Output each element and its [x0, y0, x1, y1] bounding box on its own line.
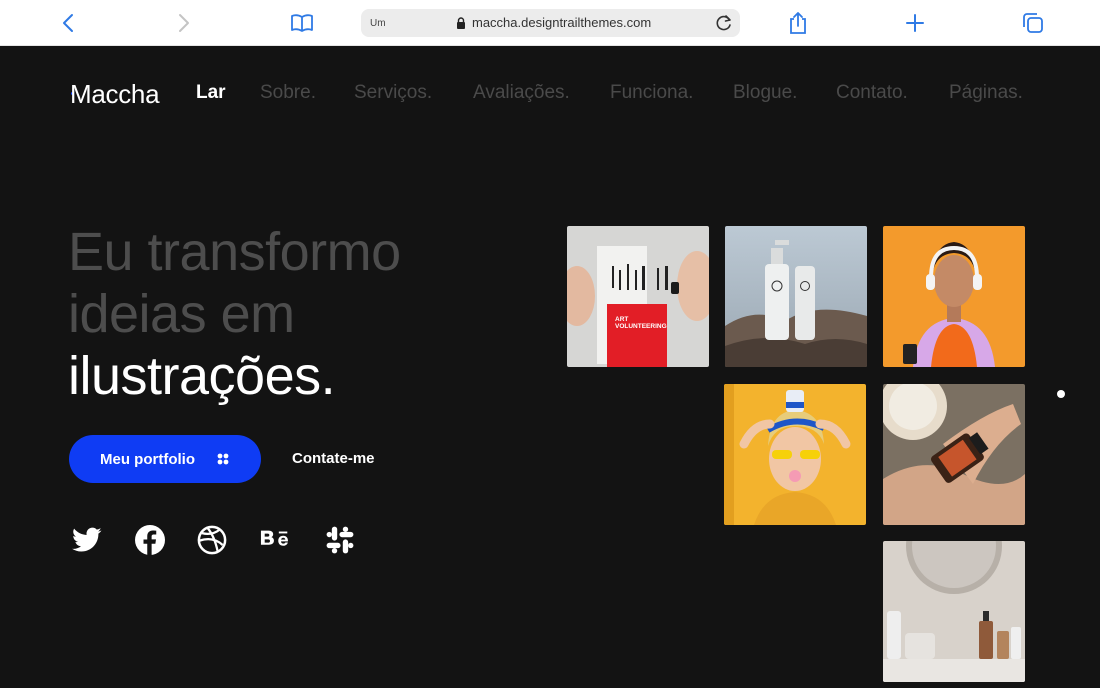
hero-title: Eu transformo ideias em ilustrações.: [68, 221, 401, 407]
browser-toolbar: Um maccha.designtrailthemes.com: [0, 0, 1100, 46]
twitter-icon[interactable]: [71, 524, 103, 556]
grid-icon: [217, 453, 229, 465]
facebook-icon[interactable]: [134, 524, 166, 556]
nav-item-lar[interactable]: Lar: [196, 82, 226, 104]
slide-indicator-dot[interactable]: [1057, 390, 1065, 398]
hero-line-2: ideias em: [68, 284, 295, 344]
gallery-image-cosmetics-bottles[interactable]: [725, 226, 867, 367]
tabs-icon[interactable]: [1020, 10, 1046, 36]
book-icon[interactable]: [289, 10, 315, 36]
hero-line-1: Eu transformo: [68, 222, 401, 282]
plus-icon[interactable]: [902, 10, 928, 36]
back-icon[interactable]: [55, 10, 81, 36]
gallery-image-woman-yellow[interactable]: [724, 384, 866, 525]
nav-item-sobre[interactable]: Sobre.: [260, 82, 316, 104]
nav-item-contato[interactable]: Contato.: [836, 82, 908, 104]
address-tag: Um: [370, 18, 386, 29]
nav-item-funciona[interactable]: Funciona.: [610, 82, 693, 104]
hero-line-3: ilustrações.: [68, 346, 336, 406]
nav-item-servicos[interactable]: Serviços.: [354, 82, 432, 104]
nav-item-avaliacoes[interactable]: Avaliações.: [473, 82, 570, 104]
forward-icon[interactable]: [171, 10, 197, 36]
nav-item-paginas[interactable]: Páginas.: [949, 82, 1023, 104]
address-url: maccha.designtrailthemes.com: [472, 15, 652, 30]
volunteering-text: VOLUNTEERING: [615, 323, 667, 330]
reload-icon[interactable]: [714, 13, 734, 38]
address-bar[interactable]: Um maccha.designtrailthemes.com: [361, 9, 740, 37]
slack-icon[interactable]: [324, 524, 356, 556]
nav-item-blogue[interactable]: Blogue.: [733, 82, 797, 104]
behance-icon[interactable]: [260, 524, 292, 556]
contact-button[interactable]: Contate-me: [292, 450, 375, 467]
share-icon[interactable]: [785, 10, 811, 36]
dribbble-icon[interactable]: [196, 524, 228, 556]
art-text: ART: [615, 316, 628, 323]
gallery-image-hand-bottle[interactable]: [883, 384, 1025, 525]
logo[interactable]: Maccha: [70, 79, 160, 110]
page: Maccha Lar Sobre. Serviços. Avaliações. …: [0, 46, 1100, 688]
portfolio-button-label: Meu portfolio: [100, 450, 195, 468]
gallery-image-art-volunteering[interactable]: ART VOLUNTEERING: [567, 226, 709, 367]
gallery-image-woman-headphones[interactable]: [883, 226, 1025, 367]
lock-icon: [457, 16, 465, 29]
portfolio-button[interactable]: Meu portfolio: [69, 435, 261, 483]
gallery-image-bathroom-products[interactable]: [883, 541, 1025, 682]
